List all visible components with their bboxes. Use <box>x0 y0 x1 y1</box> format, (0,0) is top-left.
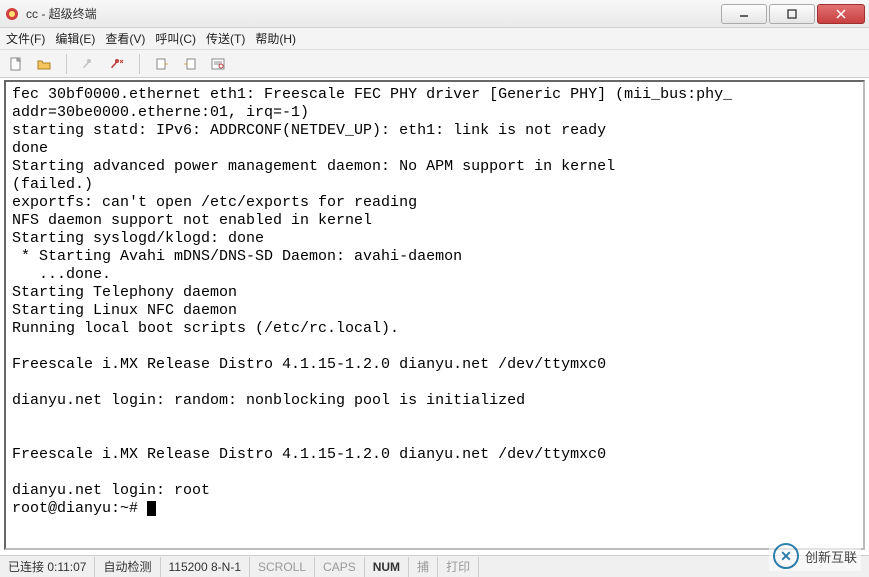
statusbar: 已连接 0:11:07 自动检测 115200 8-N-1 SCROLL CAP… <box>0 555 869 577</box>
status-capture: 捕 <box>409 557 438 577</box>
menu-transfer[interactable]: 传送(T) <box>206 30 245 47</box>
watermark-icon: ✕ <box>773 543 799 569</box>
window-title: cc - 超级终端 <box>26 5 719 22</box>
status-baud: 115200 8-N-1 <box>161 557 251 577</box>
properties-icon[interactable] <box>208 54 228 74</box>
status-num: NUM <box>365 557 409 577</box>
terminal-area[interactable]: fec 30bf0000.ethernet eth1: Freescale FE… <box>4 80 865 550</box>
menu-call[interactable]: 呼叫(C) <box>155 30 196 47</box>
status-scroll: SCROLL <box>250 557 315 577</box>
status-print: 打印 <box>438 557 479 577</box>
watermark-text: 创新互联 <box>805 547 857 566</box>
maximize-button[interactable] <box>769 4 815 24</box>
menu-edit[interactable]: 编辑(E) <box>55 30 95 47</box>
menu-file[interactable]: 文件(F) <box>6 30 45 47</box>
disconnect-icon[interactable] <box>107 54 127 74</box>
minimize-button[interactable] <box>721 4 767 24</box>
titlebar: cc - 超级终端 <box>0 0 869 28</box>
status-caps: CAPS <box>315 557 365 577</box>
menu-help[interactable]: 帮助(H) <box>255 30 296 47</box>
send-icon[interactable] <box>152 54 172 74</box>
close-button[interactable] <box>817 4 865 24</box>
app-icon <box>4 6 20 22</box>
status-connected: 已连接 0:11:07 <box>0 557 95 577</box>
window-controls <box>719 4 865 24</box>
cursor-icon <box>147 501 156 516</box>
terminal-text: fec 30bf0000.ethernet eth1: Freescale FE… <box>12 86 732 517</box>
receive-icon[interactable] <box>180 54 200 74</box>
menubar: 文件(F) 编辑(E) 查看(V) 呼叫(C) 传送(T) 帮助(H) <box>0 28 869 50</box>
status-autodetect: 自动检测 <box>95 557 160 577</box>
watermark: ✕ 创新互联 <box>769 541 861 571</box>
new-icon[interactable] <box>6 54 26 74</box>
toolbar-separator <box>66 54 67 74</box>
terminal-output: fec 30bf0000.ethernet eth1: Freescale FE… <box>6 82 863 522</box>
menu-view[interactable]: 查看(V) <box>105 30 145 47</box>
connect-icon[interactable] <box>79 54 99 74</box>
toolbar <box>0 50 869 78</box>
toolbar-separator <box>139 54 140 74</box>
open-icon[interactable] <box>34 54 54 74</box>
